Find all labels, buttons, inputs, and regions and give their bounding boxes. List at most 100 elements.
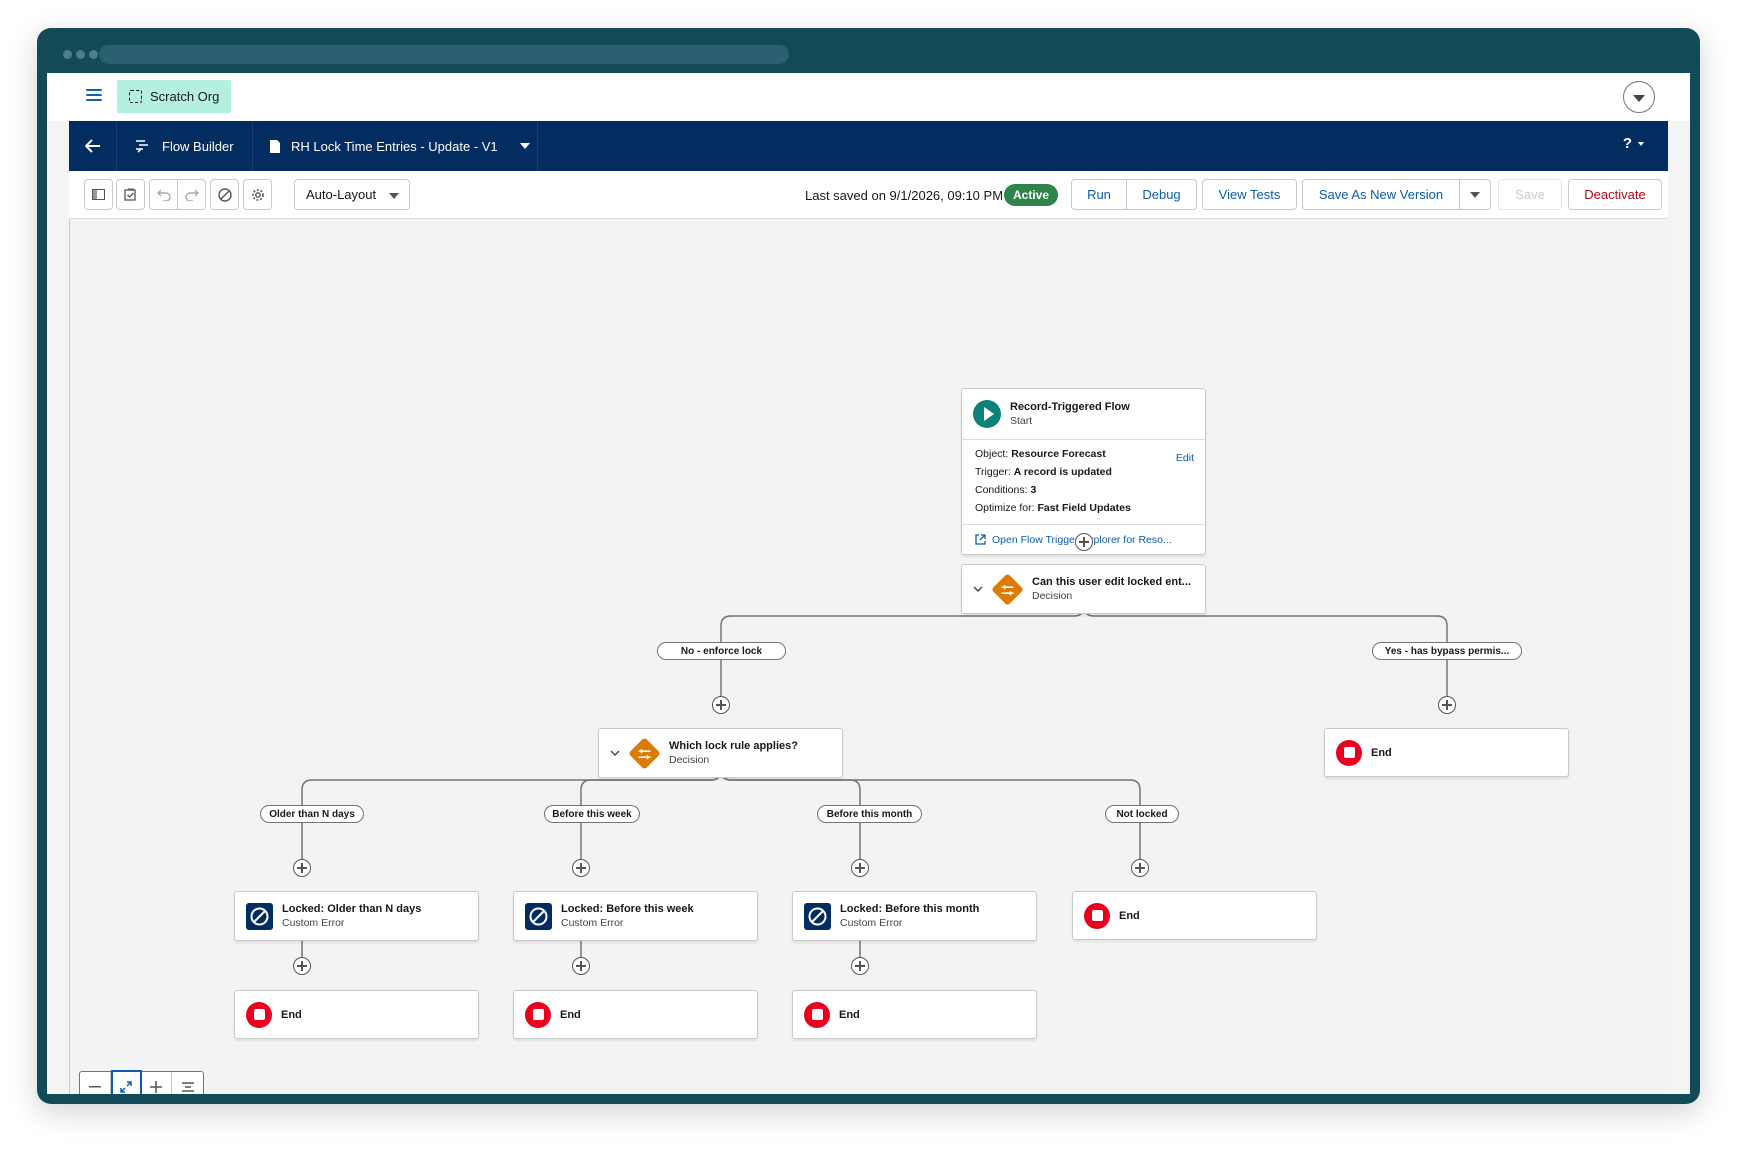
- decision1-title: Can this user edit locked ent...: [1032, 576, 1191, 588]
- deactivate-button[interactable]: Deactivate: [1568, 179, 1662, 210]
- toggle-panel-button[interactable]: [84, 179, 113, 210]
- edit-link[interactable]: Edit: [1176, 452, 1194, 464]
- add-element-button[interactable]: [293, 859, 311, 877]
- arrow-left-icon: [84, 139, 100, 153]
- window-dots: [63, 50, 98, 59]
- redo-button[interactable]: [177, 179, 206, 210]
- canvas-toolbar: Auto-Layout Last saved on 9/1/2026, 09:1…: [69, 171, 1668, 219]
- end-node[interactable]: End: [234, 990, 479, 1039]
- decision-icon: [628, 736, 661, 770]
- outcome-before-this-week[interactable]: Before this week: [544, 805, 640, 823]
- end-node[interactable]: End: [1072, 891, 1317, 940]
- expand-icon: [120, 1080, 132, 1093]
- view-tests-button[interactable]: View Tests: [1202, 179, 1297, 210]
- add-element-button[interactable]: [1438, 696, 1456, 714]
- trigger-value: A record is updated: [1013, 466, 1112, 478]
- end-label: End: [1371, 746, 1392, 759]
- custom-error-node[interactable]: Locked: Before this week Custom Error: [513, 891, 758, 941]
- run-button[interactable]: Run: [1071, 179, 1127, 210]
- app-screen: Scratch Org Flow Builder RH Lock Time En…: [47, 73, 1690, 1094]
- settings-button[interactable]: [243, 179, 272, 210]
- errors-button[interactable]: [210, 179, 239, 210]
- play-icon: [973, 400, 1001, 428]
- debug-button[interactable]: Debug: [1126, 179, 1197, 210]
- error-title: Locked: Older than N days: [282, 903, 422, 915]
- align-icon: [181, 1081, 194, 1092]
- start-subtitle: Start: [1010, 415, 1033, 427]
- device-frame: Scratch Org Flow Builder RH Lock Time En…: [37, 28, 1700, 1104]
- last-saved-text: Last saved on 9/1/2026, 09:10 PM: [805, 188, 1004, 203]
- zoom-out-button[interactable]: [80, 1072, 111, 1094]
- flow-name-menu[interactable]: RH Lock Time Entries - Update - V1: [253, 121, 538, 171]
- add-element-button[interactable]: [1075, 533, 1093, 551]
- conditions-label: Conditions:: [975, 484, 1028, 496]
- outcome-before-this-month[interactable]: Before this month: [817, 805, 922, 823]
- decision-icon: [991, 572, 1024, 606]
- error-title: Locked: Before this month: [840, 903, 980, 915]
- chevron-down-icon[interactable]: [973, 584, 983, 594]
- error-subtitle: Custom Error: [561, 917, 624, 929]
- flow-builder-header: Flow Builder RH Lock Time Entries - Upda…: [69, 121, 1668, 171]
- layout-select-value: Auto-Layout: [306, 187, 377, 202]
- org-label: Scratch Org: [150, 89, 220, 104]
- checklist-button[interactable]: [116, 179, 145, 210]
- add-element-button[interactable]: [712, 696, 730, 714]
- outcome-yes-bypass[interactable]: Yes - has bypass permis...: [1372, 642, 1522, 660]
- error-title: Locked: Before this week: [561, 903, 694, 915]
- outcome-older-than-n-days[interactable]: Older than N days: [260, 805, 364, 823]
- gear-icon: [251, 188, 264, 201]
- end-label: End: [281, 1008, 302, 1021]
- save-button[interactable]: Save: [1498, 179, 1562, 210]
- save-options-button[interactable]: [1459, 179, 1491, 210]
- address-bar: [99, 45, 789, 64]
- plus-icon: [150, 1080, 163, 1093]
- decision1-subtitle: Decision: [1032, 590, 1073, 602]
- end-node[interactable]: End: [792, 990, 1037, 1039]
- panel-icon: [92, 189, 105, 200]
- ban-icon: [217, 187, 232, 202]
- profile-dropdown-button[interactable]: [1623, 81, 1655, 113]
- chevron-down-icon: [1638, 141, 1644, 146]
- add-element-button[interactable]: [572, 957, 590, 975]
- flow-canvas[interactable]: Record-Triggered Flow Start Object: Reso…: [69, 220, 1668, 1094]
- global-header: Scratch Org: [47, 73, 1690, 121]
- chevron-down-icon[interactable]: [610, 748, 620, 758]
- zoom-in-button[interactable]: [142, 1072, 173, 1094]
- trigger-label: Trigger:: [975, 466, 1011, 478]
- add-element-button[interactable]: [293, 957, 311, 975]
- help-label: ?: [1622, 135, 1632, 152]
- status-badge: Active: [1004, 184, 1059, 206]
- back-button[interactable]: [69, 121, 117, 171]
- add-element-button[interactable]: [851, 957, 869, 975]
- auto-align-button[interactable]: [172, 1072, 203, 1094]
- conditions-value: 3: [1030, 484, 1037, 496]
- redo-icon: [184, 189, 199, 201]
- start-title: Record-Triggered Flow: [1010, 401, 1130, 413]
- flow-name: RH Lock Time Entries - Update - V1: [291, 138, 498, 154]
- flow-builder-app: Flow Builder: [117, 121, 253, 171]
- custom-error-node[interactable]: Locked: Before this month Custom Error: [792, 891, 1037, 941]
- scratch-org-badge[interactable]: Scratch Org: [117, 80, 232, 113]
- add-element-button[interactable]: [572, 859, 590, 877]
- fit-view-button[interactable]: [110, 1070, 142, 1094]
- ban-icon: [525, 902, 552, 930]
- menu-icon[interactable]: [86, 89, 102, 103]
- end-node[interactable]: End: [513, 990, 758, 1039]
- end-label: End: [1119, 909, 1140, 922]
- outcome-not-locked[interactable]: Not locked: [1105, 805, 1179, 823]
- error-subtitle: Custom Error: [282, 917, 345, 929]
- undo-button[interactable]: [149, 179, 178, 210]
- start-node[interactable]: Record-Triggered Flow Start Object: Reso…: [961, 388, 1206, 555]
- layout-select[interactable]: Auto-Layout: [294, 179, 410, 210]
- stop-icon: [525, 1001, 551, 1028]
- decision-node-edit-locked[interactable]: Can this user edit locked ent... Decisio…: [961, 564, 1206, 614]
- save-as-new-version-button[interactable]: Save As New Version: [1302, 179, 1460, 210]
- help-button[interactable]: ?: [1623, 135, 1644, 152]
- end-node[interactable]: End: [1324, 728, 1569, 777]
- custom-error-node[interactable]: Locked: Older than N days Custom Error: [234, 891, 479, 941]
- document-icon: [270, 139, 280, 153]
- decision-node-lock-rule[interactable]: Which lock rule applies? Decision: [598, 728, 843, 778]
- outcome-no-enforce-lock[interactable]: No - enforce lock: [657, 642, 786, 660]
- add-element-button[interactable]: [1131, 859, 1149, 877]
- add-element-button[interactable]: [851, 859, 869, 877]
